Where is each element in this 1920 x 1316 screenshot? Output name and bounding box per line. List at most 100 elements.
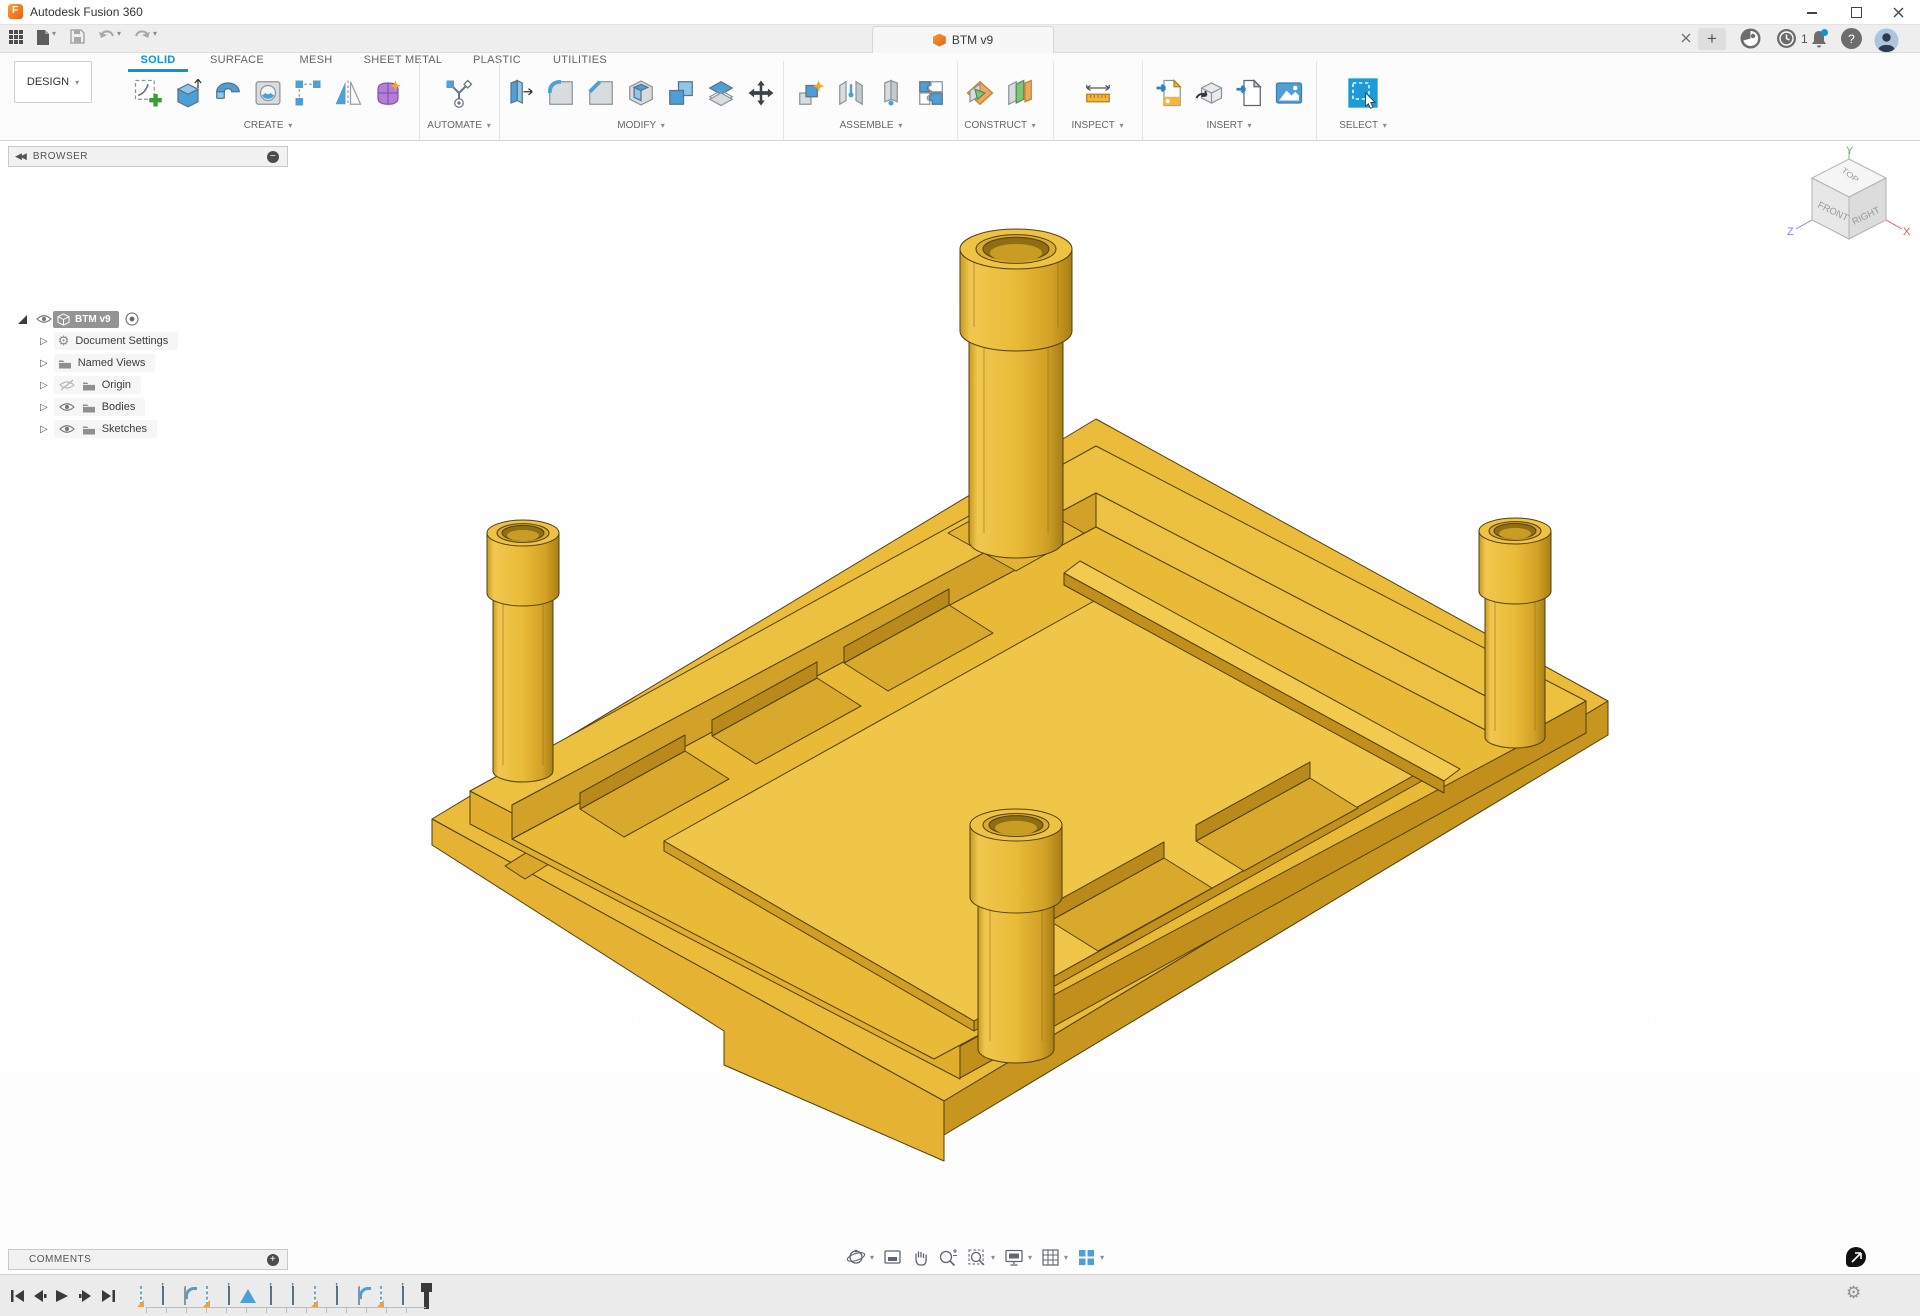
timeline-feature-extrude[interactable] xyxy=(270,1286,272,1305)
collapsed-arrow-icon[interactable]: ▷ xyxy=(40,424,48,435)
new-component-button[interactable] xyxy=(793,73,830,113)
save-button[interactable] xyxy=(70,29,85,44)
undo-button[interactable]: ▾ xyxy=(98,29,121,43)
browser-root-row[interactable]: BTM v9 xyxy=(8,308,288,330)
expanded-arrow-icon[interactable] xyxy=(18,315,27,324)
tab-sheet-metal[interactable]: SHEET METAL xyxy=(364,54,443,66)
timeline-feature-mirror[interactable] xyxy=(240,1289,256,1303)
extensions-button[interactable] xyxy=(1740,28,1761,49)
timeline-feature-fillet[interactable] xyxy=(184,1286,186,1305)
create-form-button[interactable] xyxy=(370,73,407,113)
job-status-button[interactable]: 1 xyxy=(1776,28,1808,49)
browser-root-item[interactable]: BTM v9 xyxy=(53,311,119,328)
collapsed-arrow-icon[interactable]: ▷ xyxy=(40,358,48,369)
group-label-construct[interactable]: CONSTRUCT ▾ xyxy=(949,120,1051,131)
extrude-button[interactable] xyxy=(170,73,207,113)
workspace-selector[interactable]: DESIGN ▾ xyxy=(14,61,92,103)
close-button[interactable] xyxy=(1876,0,1920,24)
offset-plane-button[interactable] xyxy=(962,73,999,113)
timeline-feature-sketch[interactable] xyxy=(206,1286,208,1305)
file-menu-button[interactable]: ▾ xyxy=(36,29,56,46)
viewport-canvas[interactable]: ◀◀ BROWSER − BTM v9 ▷ ⚙ Document xyxy=(0,141,1920,1274)
document-tab[interactable]: BTM v9 xyxy=(872,26,1054,53)
model-post-right[interactable] xyxy=(1479,518,1551,748)
press-pull-button[interactable] xyxy=(503,73,540,113)
help-button[interactable]: ? xyxy=(1841,28,1862,49)
browser-collapse-icon[interactable]: ◀◀ xyxy=(15,151,25,162)
close-document-button[interactable] xyxy=(1676,28,1696,48)
tab-surface[interactable]: SURFACE xyxy=(210,54,264,66)
shell-button[interactable] xyxy=(623,73,660,113)
pan-button[interactable] xyxy=(911,1248,929,1267)
midplane-button[interactable] xyxy=(1002,73,1039,113)
timeline-feature-extrude[interactable] xyxy=(336,1286,338,1305)
navigation-wheel-button[interactable] xyxy=(1846,1247,1866,1267)
visibility-eye-off-icon[interactable] xyxy=(58,379,76,391)
visibility-eye-icon[interactable] xyxy=(58,424,76,434)
minimize-button[interactable] xyxy=(1790,0,1834,24)
visibility-eye-icon[interactable] xyxy=(58,402,76,412)
insert-derive-button[interactable] xyxy=(1231,73,1268,113)
model-btm-v9[interactable] xyxy=(0,141,1920,1274)
orbit-button[interactable]: ▾ xyxy=(846,1247,874,1267)
redo-button[interactable]: ▾ xyxy=(134,29,157,43)
timeline-position-marker[interactable] xyxy=(424,1283,429,1309)
automate-button[interactable] xyxy=(441,73,478,113)
browser-item-document-settings[interactable]: ▷ ⚙ Document Settings xyxy=(8,330,288,352)
group-label-modify[interactable]: MODIFY ▾ xyxy=(501,120,781,131)
grid-button[interactable]: ▾ xyxy=(1041,1248,1068,1267)
group-label-inspect[interactable]: INSPECT ▾ xyxy=(1055,120,1140,131)
move-copy-button[interactable] xyxy=(743,73,780,113)
timeline-go-to-end-button[interactable] xyxy=(101,1289,116,1303)
display-settings-button[interactable]: ▾ xyxy=(1004,1248,1032,1267)
browser-panel-minus-button[interactable]: − xyxy=(267,151,279,163)
browser-item-origin[interactable]: ▷ Origin xyxy=(8,374,288,396)
group-label-assemble[interactable]: ASSEMBLE ▾ xyxy=(787,120,955,131)
notifications-button[interactable] xyxy=(1808,28,1830,50)
collapsed-arrow-icon[interactable]: ▷ xyxy=(40,336,48,347)
combine-button[interactable] xyxy=(663,73,700,113)
browser-item-sketches[interactable]: ▷ Sketches xyxy=(8,418,288,440)
comments-add-button[interactable]: + xyxy=(267,1254,279,1266)
fillet-button[interactable] xyxy=(543,73,580,113)
timeline-play-button[interactable] xyxy=(55,1289,69,1303)
view-cube[interactable]: TOP FRONT RIGHT Y Z X xyxy=(1786,145,1912,255)
mirror-button[interactable] xyxy=(330,73,367,113)
timeline-feature-sketch[interactable] xyxy=(380,1286,382,1305)
tab-solid[interactable]: SOLID xyxy=(140,54,175,66)
group-label-insert[interactable]: INSERT ▾ xyxy=(1144,120,1314,131)
joint-button[interactable] xyxy=(833,73,870,113)
timeline-go-to-start-button[interactable] xyxy=(10,1289,25,1303)
new-document-tab-button[interactable]: + xyxy=(1698,28,1726,50)
timeline-feature-fillet[interactable] xyxy=(358,1286,360,1305)
zoom-button[interactable] xyxy=(938,1248,958,1267)
model-post-bottom[interactable] xyxy=(970,809,1062,1063)
insert-mesh-button[interactable] xyxy=(1191,73,1228,113)
comments-panel-header[interactable]: COMMENTS + xyxy=(8,1249,288,1270)
model-post-left[interactable] xyxy=(487,520,559,782)
look-at-button[interactable] xyxy=(883,1248,902,1266)
viewports-button[interactable]: ▾ xyxy=(1077,1248,1104,1267)
app-grid-menu-button[interactable] xyxy=(8,29,24,45)
tab-plastic[interactable]: PLASTIC xyxy=(473,54,521,66)
timeline-feature-sketch[interactable] xyxy=(140,1286,142,1305)
chamfer-button[interactable] xyxy=(583,73,620,113)
rectangular-pattern-button[interactable] xyxy=(290,73,327,113)
visibility-eye-icon[interactable] xyxy=(35,314,53,324)
timeline-feature-extrude[interactable] xyxy=(402,1286,404,1305)
timeline-step-forward-button[interactable] xyxy=(78,1289,93,1303)
activate-component-radio-icon[interactable] xyxy=(125,312,139,326)
timeline-feature-sketch[interactable] xyxy=(314,1286,316,1305)
select-button[interactable] xyxy=(1345,73,1382,113)
group-label-select[interactable]: SELECT ▾ xyxy=(1318,120,1408,131)
insert-svg-button[interactable] xyxy=(1151,73,1188,113)
fit-button[interactable]: ▾ xyxy=(967,1248,995,1267)
create-sketch-button[interactable] xyxy=(130,73,167,113)
canvas-button[interactable] xyxy=(1271,73,1308,113)
collapsed-arrow-icon[interactable]: ▷ xyxy=(40,402,48,413)
group-label-create[interactable]: CREATE ▾ xyxy=(122,120,414,131)
maximize-button[interactable] xyxy=(1834,0,1878,24)
tab-utilities[interactable]: UTILITIES xyxy=(553,54,607,66)
browser-panel-header[interactable]: ◀◀ BROWSER − xyxy=(8,146,288,167)
hole-button[interactable] xyxy=(250,73,287,113)
